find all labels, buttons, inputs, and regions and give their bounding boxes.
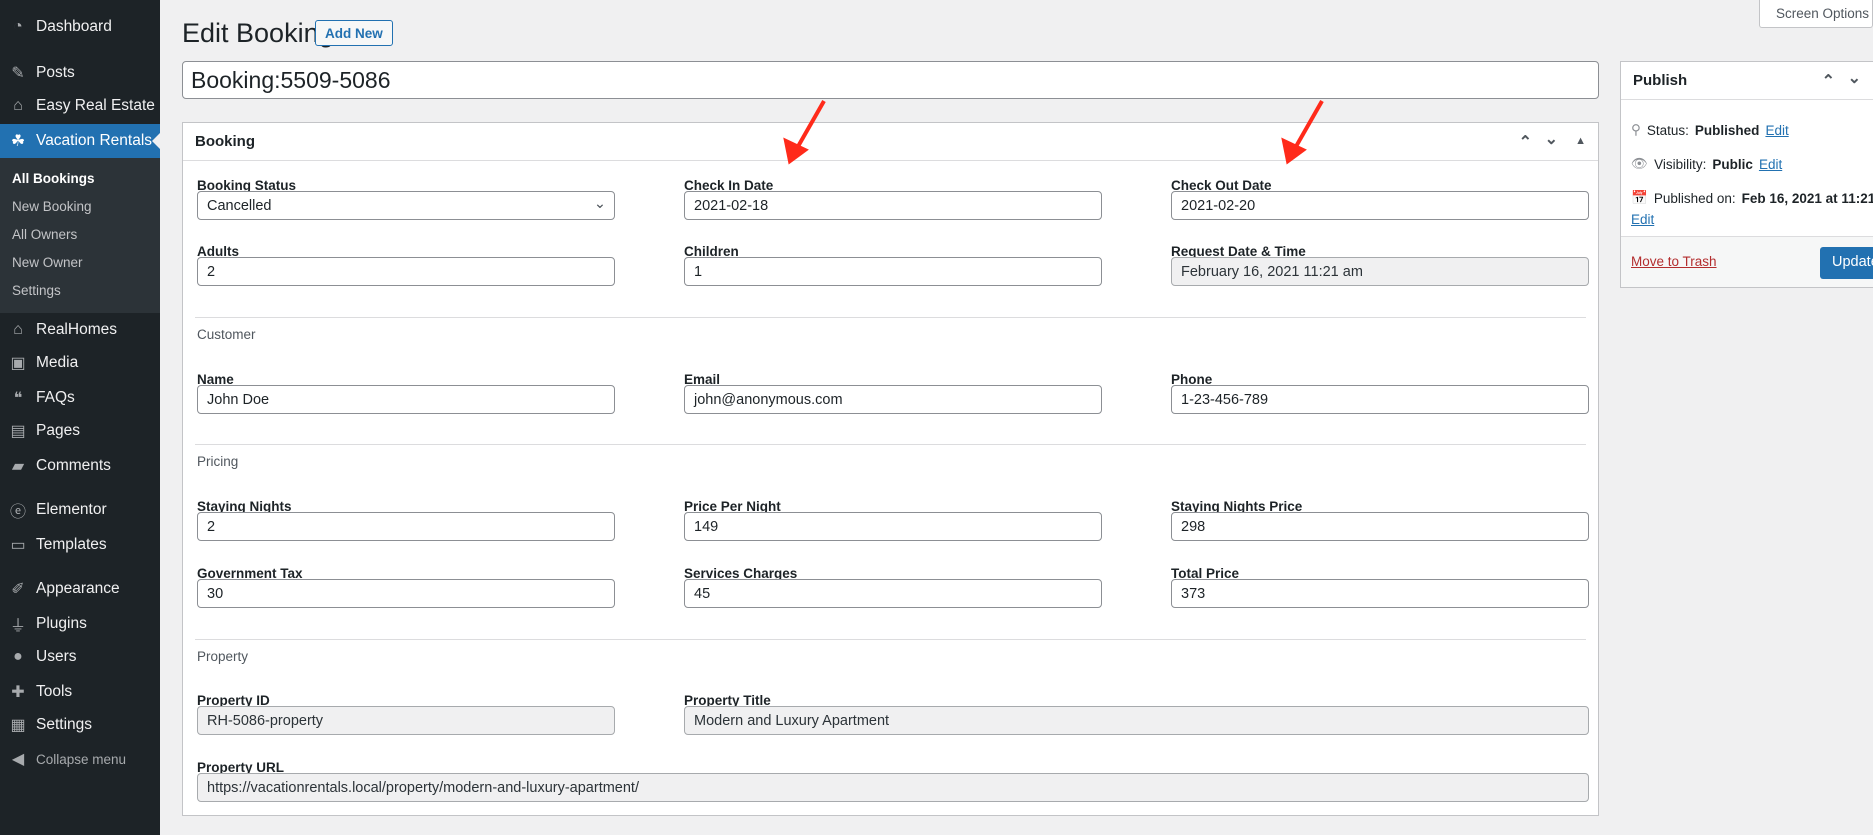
annotation-arrows	[783, 100, 1324, 165]
arrow-check-in	[794, 100, 826, 151]
arrow-head	[1281, 137, 1307, 165]
arrow-check-out	[1292, 100, 1324, 151]
arrow-head	[783, 137, 809, 165]
